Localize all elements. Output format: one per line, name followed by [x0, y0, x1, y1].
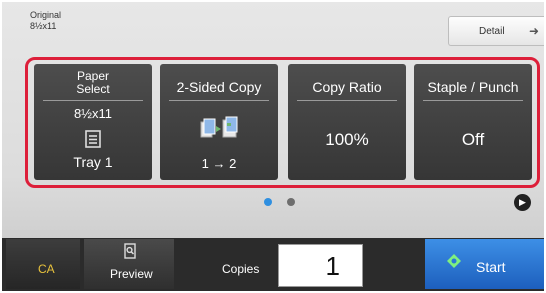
paper-size-value: 8½x11 — [73, 106, 113, 121]
duplex-copy-icon — [199, 114, 239, 151]
staple-punch-value: Off — [461, 130, 485, 149]
copies-value: 1 — [325, 251, 340, 281]
start-button[interactable]: Start — [425, 239, 544, 289]
detail-button[interactable]: Detail ➜ — [448, 16, 544, 46]
detail-label: Detail — [479, 26, 505, 37]
tray-value: Tray 1 — [73, 154, 113, 170]
copy-screen: Original 8½x11 Detail ➜ Paper Select 8½x… — [2, 2, 544, 291]
tile-separator — [43, 100, 143, 101]
tile-title-text: Paper Select — [76, 69, 110, 96]
ca-label: CA — [38, 262, 55, 276]
original-info: Original 8½x11 — [30, 10, 61, 32]
preview-button[interactable]: Preview — [84, 239, 174, 289]
tile-title: Staple / Punch — [427, 79, 519, 95]
duplex-value: 1 → 2 — [201, 156, 237, 171]
start-label: Start — [476, 259, 506, 275]
arrow-right-icon: ➜ — [529, 24, 540, 38]
tile-2-sided-copy[interactable]: 2-Sided Copy 1 → 2 — [160, 64, 278, 180]
copies-input[interactable]: 1 — [278, 244, 363, 287]
tile-staple-punch[interactable]: Staple / Punch Off — [414, 64, 532, 180]
next-page-button[interactable]: ▶ — [514, 194, 531, 211]
original-size: 8½x11 — [30, 21, 57, 31]
start-icon — [447, 254, 461, 271]
tile-paper-select[interactable]: Paper Select 8½x11 Tray 1 — [34, 64, 152, 180]
tile-copy-ratio[interactable]: Copy Ratio 100% — [288, 64, 406, 180]
tile-title: Copy Ratio — [312, 79, 382, 95]
play-icon: ▶ — [519, 197, 526, 207]
copies-label: Copies — [222, 262, 260, 276]
original-label: Original — [30, 10, 62, 20]
clear-all-button[interactable]: CA — [6, 239, 80, 289]
preview-icon — [124, 243, 136, 262]
page-dot[interactable] — [287, 198, 295, 206]
tile-title: Paper Select — [34, 70, 152, 96]
tile-separator — [423, 100, 523, 101]
copy-ratio-value: 100% — [325, 130, 369, 149]
tile-title: 2-Sided Copy — [176, 79, 262, 95]
preview-label: Preview — [110, 267, 153, 281]
tile-separator — [297, 100, 397, 101]
tray-icon — [85, 130, 101, 153]
tile-separator — [169, 100, 269, 101]
page-dot-active[interactable] — [264, 198, 272, 206]
